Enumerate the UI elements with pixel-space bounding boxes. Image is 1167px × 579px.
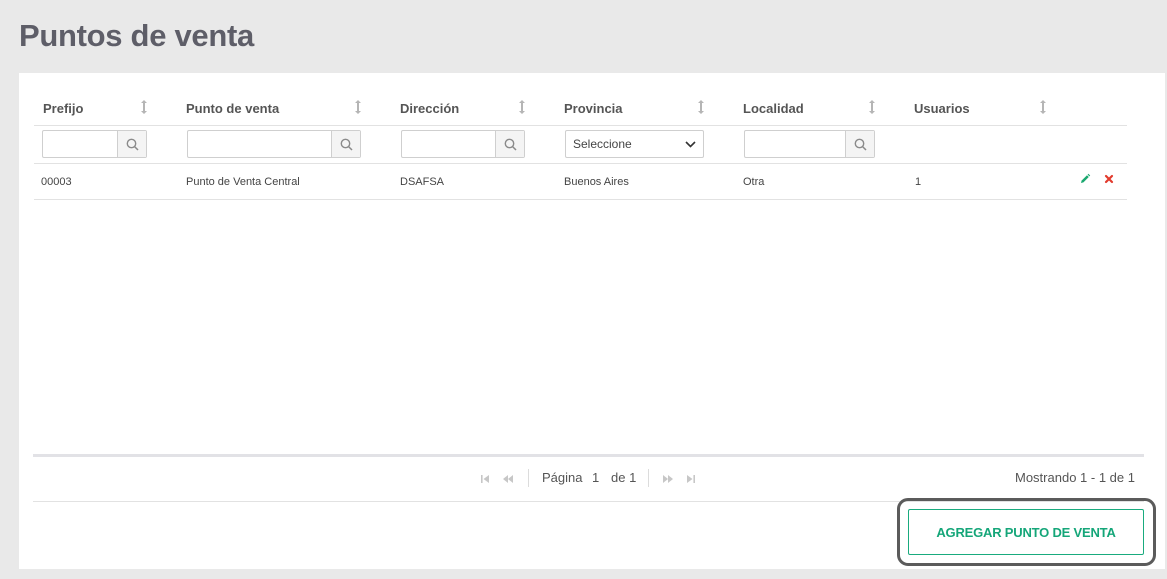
direccion-filter — [401, 130, 525, 158]
pager-separator — [648, 469, 649, 487]
first-page-icon[interactable] — [479, 472, 491, 484]
cell-punto-de-venta: Punto de Venta Central — [186, 176, 300, 188]
column-header-localidad[interactable]: Localidad — [743, 101, 804, 116]
points-of-sale-panel: Prefijo Punto de venta Dirección Provinc… — [19, 73, 1165, 569]
column-header-punto-de-venta[interactable]: Punto de venta — [186, 101, 279, 116]
sort-icon[interactable] — [140, 99, 148, 115]
pager-separator — [528, 469, 529, 487]
localidad-filter — [744, 130, 875, 158]
add-point-of-sale-button[interactable]: AGREGAR PUNTO DE VENTA — [908, 509, 1144, 555]
search-icon[interactable] — [495, 131, 524, 157]
header-divider — [34, 125, 1127, 126]
cell-localidad: Otra — [743, 176, 765, 188]
close-icon[interactable] — [1103, 172, 1115, 184]
page-total: de 1 — [611, 470, 637, 485]
cell-direccion: DSAFSA — [400, 176, 445, 188]
punto-de-venta-filter-input[interactable] — [188, 131, 331, 157]
column-header-prefijo[interactable]: Prefijo — [43, 101, 83, 116]
cell-provincia: Buenos Aires — [564, 176, 629, 188]
row-divider — [34, 199, 1127, 200]
prefijo-filter-input[interactable] — [43, 131, 117, 157]
provincia-select[interactable]: Seleccione — [565, 130, 704, 158]
pencil-icon[interactable] — [1079, 172, 1091, 184]
search-icon[interactable] — [845, 131, 874, 157]
chevron-down-icon — [685, 137, 696, 151]
cell-prefijo: 00003 — [41, 176, 72, 188]
pager-divider — [33, 454, 1144, 457]
records-count: Mostrando 1 - 1 de 1 — [1015, 470, 1135, 485]
column-header-provincia[interactable]: Provincia — [564, 101, 623, 116]
direccion-filter-input[interactable] — [402, 131, 495, 157]
cell-usuarios: 1 — [915, 176, 922, 188]
sort-icon[interactable] — [697, 99, 705, 115]
page-label: Página — [542, 470, 583, 485]
prefijo-filter — [42, 130, 147, 158]
prev-page-icon[interactable] — [502, 472, 514, 484]
next-page-icon[interactable] — [662, 472, 674, 484]
sort-icon[interactable] — [868, 99, 876, 115]
column-header-direccion[interactable]: Dirección — [400, 101, 459, 116]
localidad-filter-input[interactable] — [745, 131, 845, 157]
sort-icon[interactable] — [1039, 99, 1047, 115]
page-title: Puntos de venta — [19, 18, 254, 53]
punto-de-venta-filter — [187, 130, 361, 158]
search-icon[interactable] — [331, 131, 360, 157]
provincia-select-value: Seleccione — [573, 137, 632, 151]
sort-icon[interactable] — [354, 99, 362, 115]
current-page[interactable]: 1 — [592, 470, 599, 485]
last-page-icon[interactable] — [685, 472, 697, 484]
column-header-usuarios[interactable]: Usuarios — [914, 101, 970, 116]
search-icon[interactable] — [117, 131, 146, 157]
filter-divider — [34, 163, 1127, 164]
sort-icon[interactable] — [518, 99, 526, 115]
